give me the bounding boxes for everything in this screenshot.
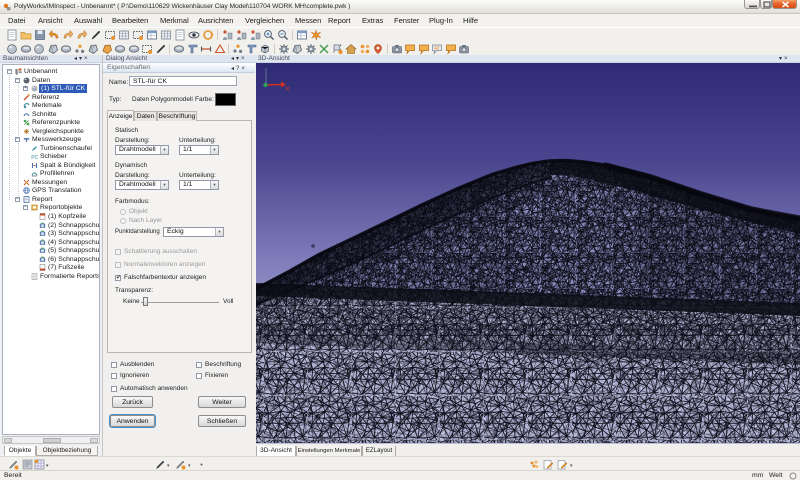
svg-text:PC: PC bbox=[31, 155, 38, 160]
